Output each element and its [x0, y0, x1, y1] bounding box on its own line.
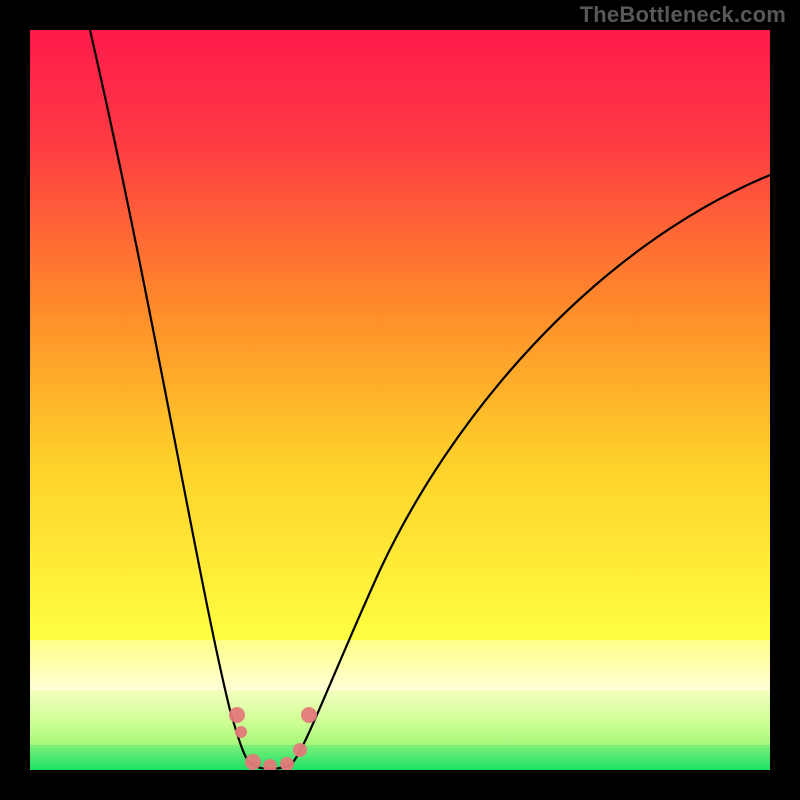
marker-group [229, 707, 317, 770]
plot-area [30, 30, 770, 770]
marker-dot [301, 707, 317, 723]
curve-path [90, 30, 770, 769]
marker-dot [235, 726, 247, 738]
bottleneck-curve [30, 30, 770, 770]
marker-dot [263, 759, 277, 770]
marker-dot [245, 754, 261, 770]
watermark-text: TheBottleneck.com [580, 2, 786, 28]
marker-dot [229, 707, 245, 723]
marker-dot [293, 743, 307, 757]
chart-container: TheBottleneck.com [0, 0, 800, 800]
marker-dot [280, 757, 294, 770]
